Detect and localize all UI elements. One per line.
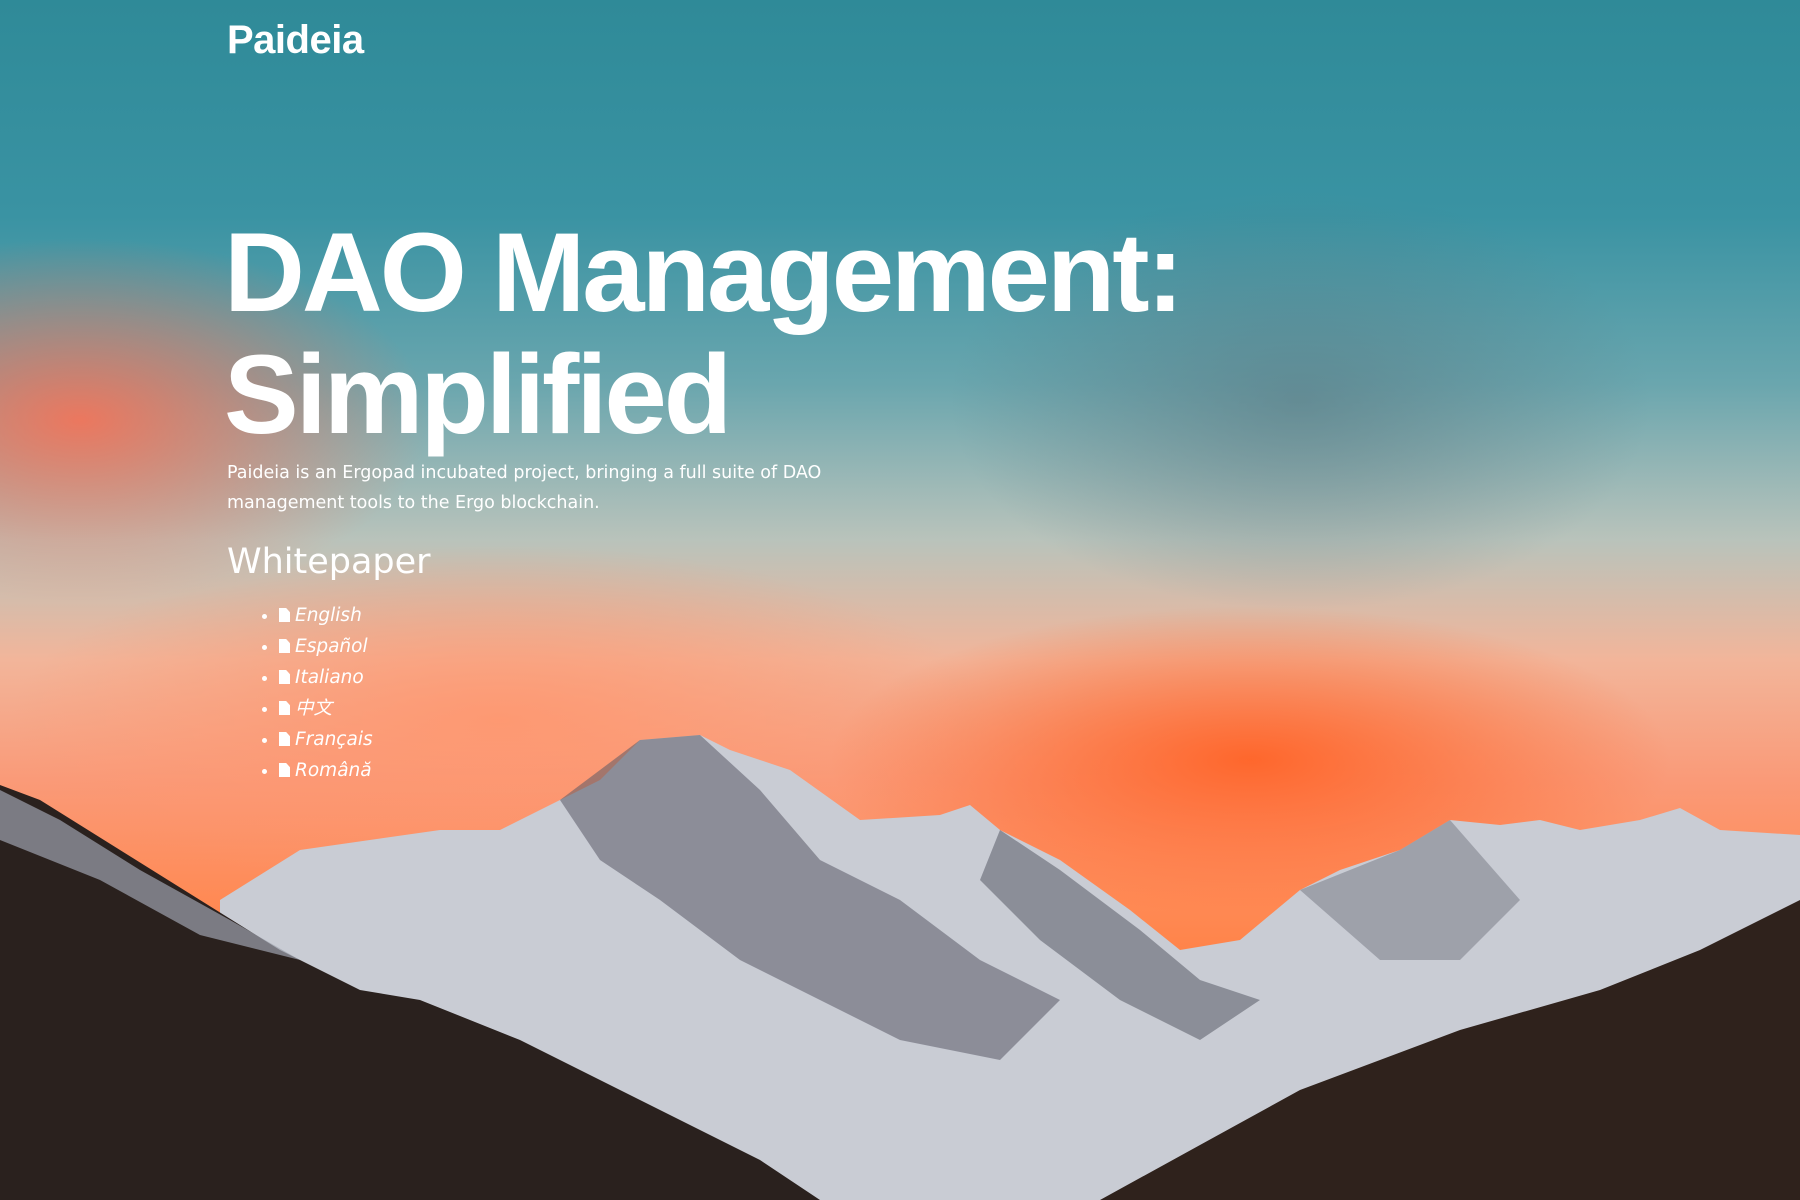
title-line-2: Simplified [224, 332, 732, 457]
page-title: DAO Management: Simplified [224, 212, 1324, 456]
link-label: 中文 [295, 698, 333, 719]
whitepaper-heading: Whitepaper [227, 542, 431, 582]
link-label: Română [295, 760, 372, 781]
file-download-icon [279, 763, 290, 777]
file-download-icon [279, 670, 290, 684]
file-download-icon [279, 732, 290, 746]
whitepaper-list: English Español Italiano 中文 Français Rom… [227, 600, 373, 786]
list-item: Español [279, 631, 373, 662]
link-label: Français [295, 729, 373, 750]
list-item: 中文 [279, 693, 373, 724]
list-item: Français [279, 724, 373, 755]
whitepaper-link-english[interactable]: English [279, 605, 362, 626]
file-download-icon [279, 701, 290, 715]
list-item: Română [279, 755, 373, 786]
link-label: English [295, 605, 362, 626]
whitepaper-link-italiano[interactable]: Italiano [279, 667, 364, 688]
whitepaper-link-romana[interactable]: Română [279, 760, 372, 781]
title-line-1: DAO Management: [224, 210, 1184, 335]
hero-description: Paideia is an Ergopad incubated project,… [227, 463, 822, 513]
whitepaper-link-espanol[interactable]: Español [279, 636, 368, 657]
file-download-icon [279, 608, 290, 622]
list-item: English [279, 600, 373, 631]
whitepaper-link-francais[interactable]: Français [279, 729, 373, 750]
list-item: Italiano [279, 662, 373, 693]
link-label: Español [295, 636, 368, 657]
file-download-icon [279, 639, 290, 653]
whitepaper-link-chinese[interactable]: 中文 [279, 698, 332, 719]
logo[interactable]: Paideia [227, 18, 364, 63]
link-label: Italiano [295, 667, 364, 688]
